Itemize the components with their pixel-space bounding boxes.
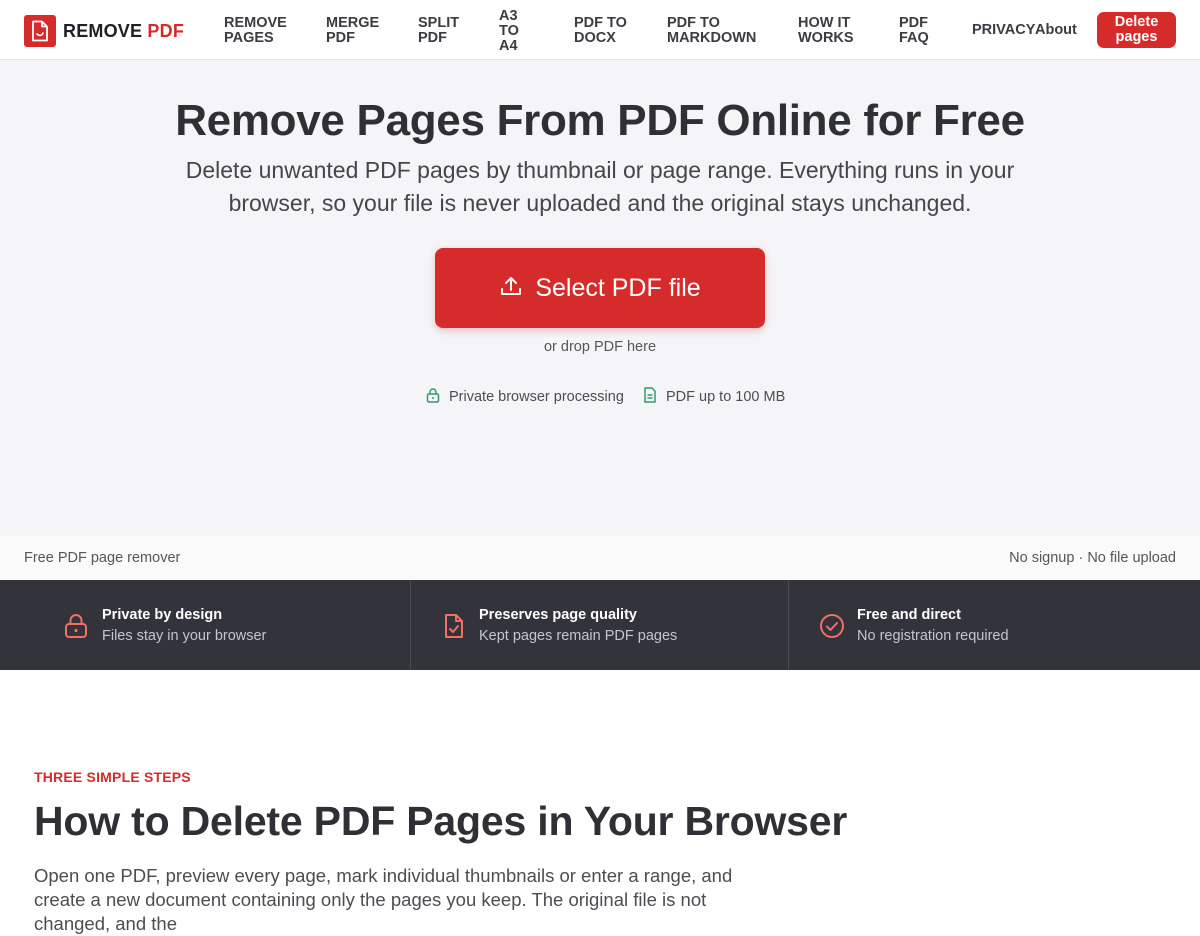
trust-label: PDF up to 100 MB — [666, 389, 786, 405]
feature-desc: Files stay in your browser — [102, 628, 267, 644]
lock-icon — [425, 387, 449, 407]
nav-link-pdf-to-docx[interactable]: PDF TO DOCX — [574, 16, 636, 46]
trust-label: Private browser processing — [449, 389, 624, 405]
nav-link-about[interactable]: About — [1035, 23, 1077, 38]
lock-icon — [64, 613, 88, 644]
upload-icon — [499, 274, 523, 303]
strip-left-text: Free PDF page remover — [24, 550, 181, 566]
feature-desc: Kept pages remain PDF pages — [479, 628, 678, 644]
trust-item-size: PDF up to 100 MB — [642, 387, 785, 407]
nav-link-how-it-works[interactable]: HOW IT WORKS — [798, 16, 862, 46]
brand-name: REMOVE PDF — [63, 20, 185, 41]
brand-logo[interactable]: REMOVE PDF — [24, 15, 184, 47]
info-strip: Free PDF page remover No signup · No fil… — [0, 536, 1200, 580]
trust-item-private: Private browser processing — [425, 387, 624, 407]
nav-link-a3-to-a4[interactable]: A3 TO A4 — [499, 9, 527, 54]
hero-subtitle: Delete unwanted PDF pages by thumbnail o… — [185, 157, 1015, 216]
nav-link-split-pdf[interactable]: SPLIT PDF — [418, 16, 468, 46]
steps-section: THREE SIMPLE STEPS How to Delete PDF Pag… — [0, 670, 1200, 934]
steps-eyebrow: THREE SIMPLE STEPS — [34, 769, 191, 785]
strip-right-text: No signup · No file upload — [1009, 550, 1176, 566]
nav-link-merge-pdf[interactable]: MERGE PDF — [326, 16, 386, 46]
nav-link-pdf-to-markdown[interactable]: PDF TO MARKDOWN — [667, 16, 767, 46]
features-band: Private by design Files stay in your bro… — [0, 580, 1200, 670]
select-pdf-label: Select PDF file — [535, 273, 701, 302]
nav-link-pdf-faq[interactable]: PDF FAQ — [899, 16, 939, 46]
steps-body: Open one PDF, preview every page, mark i… — [34, 865, 733, 934]
select-pdf-button[interactable]: Select PDF file — [435, 248, 765, 328]
page-title: Remove Pages From PDF Online for Free — [175, 96, 1025, 145]
pdf-file-icon — [24, 15, 56, 47]
feature-title: Private by design — [102, 607, 223, 623]
feature-title: Free and direct — [857, 607, 961, 623]
file-check-icon — [442, 613, 466, 644]
nav-link-privacy[interactable]: PRIVACY — [972, 23, 1035, 38]
feature-private: Private by design Files stay in your bro… — [0, 580, 410, 670]
feature-title: Preserves page quality — [479, 607, 637, 623]
drop-zone-hint: or drop PDF here — [543, 339, 657, 355]
hero-section: Remove Pages From PDF Online for Free De… — [0, 60, 1200, 536]
check-circle-icon — [819, 613, 845, 644]
nav-link-remove-pages[interactable]: REMOVE PAGES — [224, 16, 294, 46]
steps-title: How to Delete PDF Pages in Your Browser — [34, 798, 848, 844]
feature-quality: Preserves page quality Kept pages remain… — [411, 580, 788, 670]
top-navigation-bar: REMOVE PDF REMOVE PAGES MERGE PDF SPLIT … — [0, 0, 1200, 60]
feature-free: Free and direct No registration required — [789, 580, 1200, 670]
delete-pages-button[interactable]: Delete pages — [1097, 12, 1176, 48]
feature-desc: No registration required — [857, 628, 1009, 644]
document-icon — [642, 387, 666, 407]
